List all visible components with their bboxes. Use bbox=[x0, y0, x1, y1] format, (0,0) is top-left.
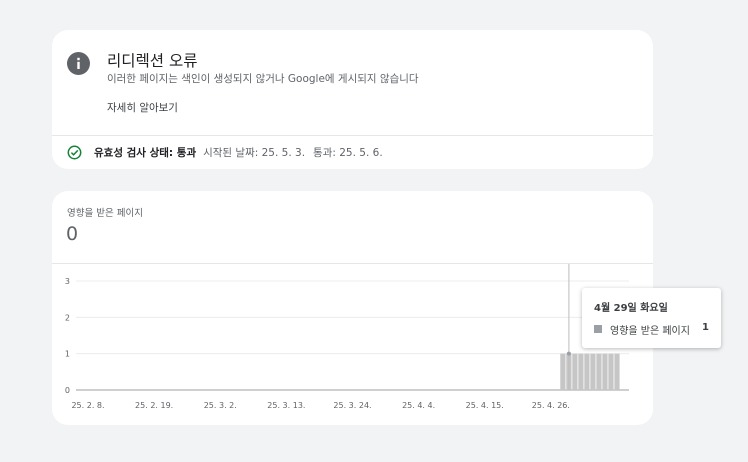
x-tick-label: 25. 2. 8. bbox=[71, 401, 104, 410]
x-tick-label: 25. 3. 24. bbox=[333, 401, 371, 410]
validation-status-row: 유효성 검사 상태: 통과 시작된 날짜: 25. 5. 3. 통과: 25. … bbox=[67, 144, 383, 160]
validation-status-label: 유효성 검사 상태: 통과 bbox=[94, 146, 197, 159]
learn-more-link[interactable]: 자세히 알아보기 bbox=[107, 100, 178, 115]
hover-point bbox=[566, 351, 571, 356]
bar bbox=[584, 353, 590, 390]
tooltip-series-swatch bbox=[594, 325, 602, 333]
x-tick-label: 25. 4. 26. bbox=[532, 401, 570, 410]
info-icon bbox=[67, 52, 90, 75]
y-tick-label: 3 bbox=[65, 277, 70, 286]
chart-tooltip: 4월 29일 화요일 영향을 받은 페이지 1 bbox=[582, 288, 721, 348]
tooltip-value: 1 bbox=[702, 322, 709, 333]
bar bbox=[572, 353, 578, 390]
x-tick-label: 25. 3. 13. bbox=[267, 401, 305, 410]
metric-label: 영향을 받은 페이지 bbox=[67, 208, 143, 219]
metric-value: 0 bbox=[66, 223, 79, 245]
bar bbox=[560, 353, 566, 390]
bar bbox=[614, 353, 620, 390]
affected-pages-card: 영향을 받은 페이지 0 0 1 2 3 25. 2. 8. 25. 2. 19. 25. … bbox=[52, 191, 653, 425]
y-tick-label: 2 bbox=[65, 313, 70, 322]
validation-started-date: 시작된 날짜: 25. 5. 3. bbox=[203, 146, 306, 159]
bar bbox=[590, 353, 596, 390]
check-circle-icon bbox=[67, 145, 82, 159]
x-tick-label: 25. 3. 2. bbox=[204, 401, 237, 410]
issue-title: 리디렉션 오류 bbox=[107, 52, 198, 70]
bar bbox=[608, 353, 614, 390]
affected-pages-chart[interactable]: 0 1 2 3 25. 2. 8. 25. 2. 19. 25. 3. 2. 25. 3. 1… bbox=[52, 264, 653, 425]
bar bbox=[578, 353, 584, 390]
tooltip-date: 4월 29일 화요일 bbox=[594, 303, 668, 314]
issue-description: 이러한 페이지는 색인이 생성되지 않거나 Google에 게시되지 않습니다 bbox=[107, 73, 419, 85]
y-tick-label: 0 bbox=[65, 386, 70, 395]
bar bbox=[596, 353, 602, 390]
y-tick-label: 1 bbox=[65, 350, 70, 359]
bar bbox=[602, 353, 608, 390]
x-tick-label: 25. 4. 15. bbox=[466, 401, 504, 410]
divider bbox=[52, 135, 653, 136]
tooltip-series-name: 영향을 받은 페이지 bbox=[610, 326, 690, 337]
issue-card: 리디렉션 오류 이러한 페이지는 색인이 생성되지 않거나 Google에 게시… bbox=[52, 30, 653, 169]
x-tick-label: 25. 2. 19. bbox=[135, 401, 173, 410]
x-tick-label: 25. 4. 4. bbox=[402, 401, 435, 410]
validation-passed-date: 통과: 25. 5. 6. bbox=[313, 146, 383, 159]
